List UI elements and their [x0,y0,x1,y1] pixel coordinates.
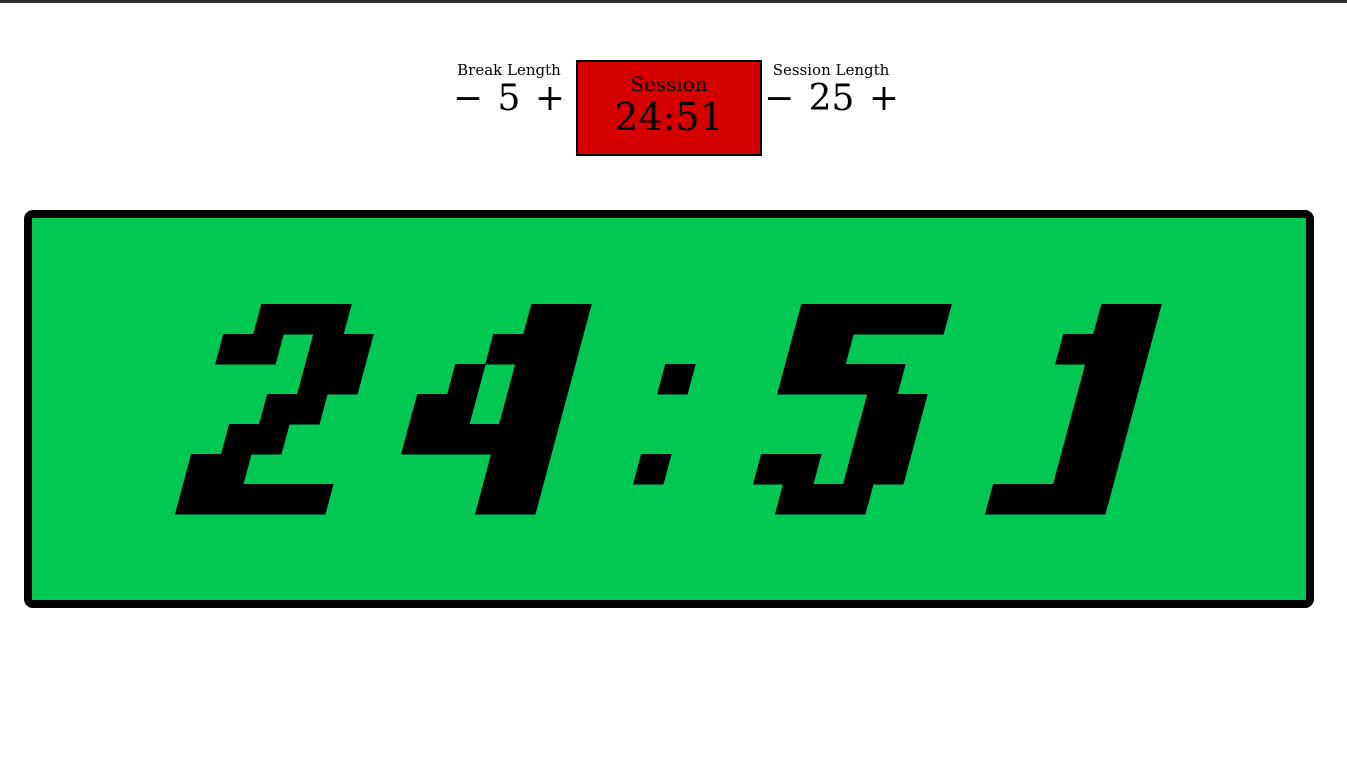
break-length-control: Break Length − 5 + [449,60,569,118]
break-length-row: − 5 + [449,80,569,118]
big-timer-colon [632,364,696,485]
big-timer-pixel [447,364,486,395]
session-length-control: Session Length − 25 + [764,60,899,119]
big-timer-display[interactable] [24,210,1314,608]
session-length-value: 25 [808,78,855,119]
big-timer-pixel [657,364,696,395]
big-timer-digits [174,304,1162,515]
timer-controls: Break Length − 5 + Session 24:51 Session… [0,60,1347,156]
top-border-line [0,0,1347,3]
break-increment-button[interactable]: + [535,80,565,118]
break-decrement-button[interactable]: − [453,80,483,118]
session-length-label: Session Length [772,61,890,79]
session-status-box[interactable]: Session 24:51 [576,60,762,156]
big-timer-digit-group [174,304,1162,515]
session-increment-button[interactable]: + [869,80,899,118]
big-timer-digit [174,304,374,515]
break-length-value: 5 [497,78,521,119]
session-status-label: Session [630,72,708,96]
session-length-row: − 25 + [764,78,899,119]
big-timer-pixel [632,454,672,485]
big-timer-digit [752,304,952,515]
session-decrement-button[interactable]: − [764,80,794,118]
big-timer-digit [400,304,592,515]
session-status-time: 24:51 [614,95,724,139]
break-length-label: Break Length [457,61,561,79]
big-timer-digit [984,304,1162,515]
